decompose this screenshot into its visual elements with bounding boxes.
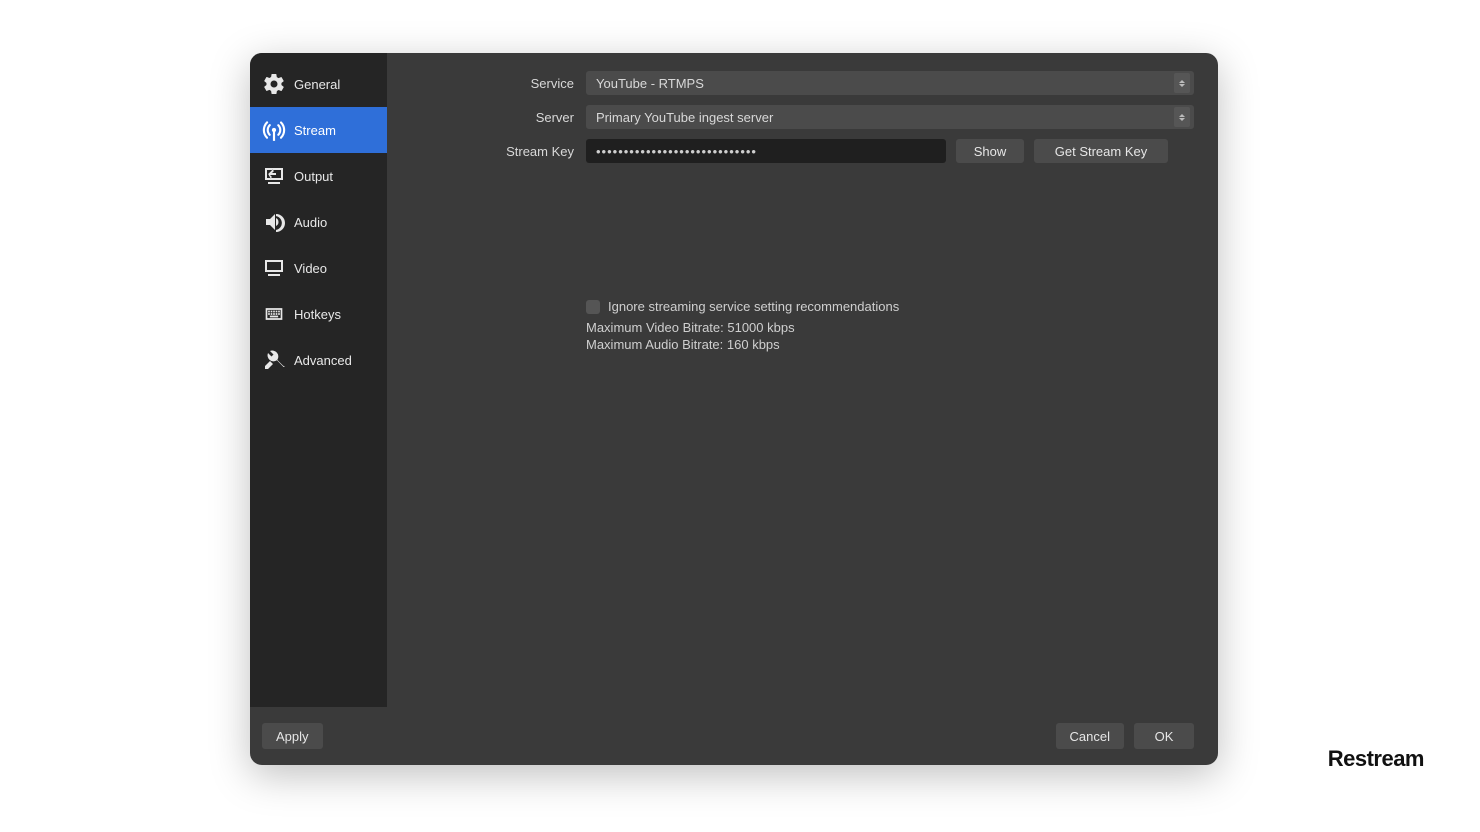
keyboard-icon (258, 298, 290, 330)
gear-icon (258, 68, 290, 100)
tools-icon (258, 344, 290, 376)
monitor-icon (258, 252, 290, 284)
sidebar-item-hotkeys[interactable]: Hotkeys (250, 291, 387, 337)
get-stream-key-button[interactable]: Get Stream Key (1034, 139, 1168, 163)
settings-body: General Stream Output Audio (250, 53, 1218, 707)
sidebar-item-output[interactable]: Output (250, 153, 387, 199)
sidebar-item-video[interactable]: Video (250, 245, 387, 291)
server-select[interactable]: Primary YouTube ingest server (586, 105, 1194, 129)
antenna-icon (258, 114, 290, 146)
sidebar-item-stream[interactable]: Stream (250, 107, 387, 153)
dropdown-caret-icon (1174, 107, 1190, 127)
footer: Apply Cancel OK (250, 707, 1218, 765)
ignore-recommendations-checkbox[interactable] (586, 300, 600, 314)
ignore-recommendations-label: Ignore streaming service setting recomme… (608, 299, 899, 314)
streamkey-value: ••••••••••••••••••••••••••••• (596, 144, 757, 159)
max-audio-bitrate: Maximum Audio Bitrate: 160 kbps (586, 337, 1194, 354)
sidebar-item-label: Audio (294, 215, 327, 230)
sidebar-item-label: Output (294, 169, 333, 184)
cancel-button[interactable]: Cancel (1056, 723, 1124, 749)
settings-window: General Stream Output Audio (250, 53, 1218, 765)
sidebar: General Stream Output Audio (250, 53, 387, 707)
service-label: Service (411, 76, 586, 91)
service-row: Service YouTube - RTMPS (411, 71, 1194, 95)
ignore-recommendations-row: Ignore streaming service setting recomme… (586, 299, 1194, 314)
info-block: Ignore streaming service setting recomme… (586, 299, 1194, 354)
audio-icon (258, 206, 290, 238)
sidebar-item-audio[interactable]: Audio (250, 199, 387, 245)
dropdown-caret-icon (1174, 73, 1190, 93)
streamkey-row: Stream Key •••••••••••••••••••••••••••••… (411, 139, 1194, 163)
sidebar-item-general[interactable]: General (250, 61, 387, 107)
sidebar-item-label: Video (294, 261, 327, 276)
show-button[interactable]: Show (956, 139, 1024, 163)
restream-watermark: Restream (1328, 746, 1424, 772)
service-select[interactable]: YouTube - RTMPS (586, 71, 1194, 95)
server-row: Server Primary YouTube ingest server (411, 105, 1194, 129)
sidebar-item-advanced[interactable]: Advanced (250, 337, 387, 383)
sidebar-item-label: Stream (294, 123, 336, 138)
sidebar-item-label: Hotkeys (294, 307, 341, 322)
service-value: YouTube - RTMPS (596, 76, 704, 91)
sidebar-item-label: General (294, 77, 340, 92)
ok-button[interactable]: OK (1134, 723, 1194, 749)
sidebar-item-label: Advanced (294, 353, 352, 368)
settings-main: Service YouTube - RTMPS Server Primary Y… (387, 53, 1218, 707)
streamkey-label: Stream Key (411, 144, 586, 159)
apply-button[interactable]: Apply (262, 723, 323, 749)
streamkey-input[interactable]: ••••••••••••••••••••••••••••• (586, 139, 946, 163)
server-value: Primary YouTube ingest server (596, 110, 773, 125)
output-icon (258, 160, 290, 192)
server-label: Server (411, 110, 586, 125)
max-video-bitrate: Maximum Video Bitrate: 51000 kbps (586, 320, 1194, 337)
